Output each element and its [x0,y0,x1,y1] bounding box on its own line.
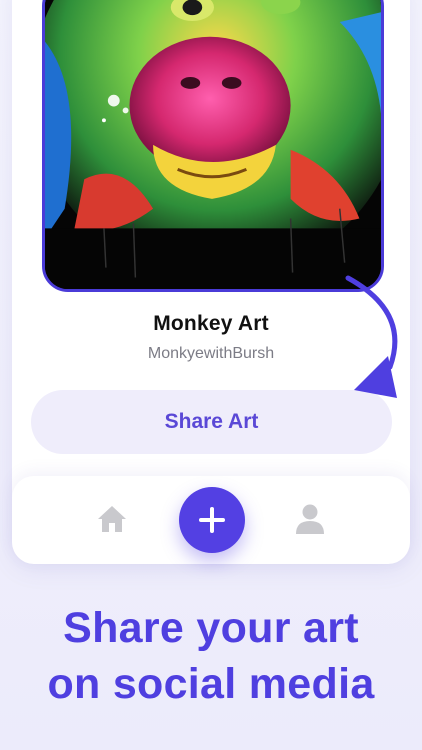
add-button[interactable] [179,487,245,553]
plus-icon [199,507,225,533]
person-icon[interactable] [295,503,325,535]
promo-headline: Share your art on social media [0,600,422,712]
curved-arrow-icon [345,275,398,398]
home-icon[interactable] [96,504,128,534]
promo-line-2: on social media [47,660,375,708]
promo-line-1: Share your art [63,604,359,652]
share-art-button[interactable]: Share Art [31,390,392,454]
monkey-artwork-image[interactable] [42,0,384,292]
